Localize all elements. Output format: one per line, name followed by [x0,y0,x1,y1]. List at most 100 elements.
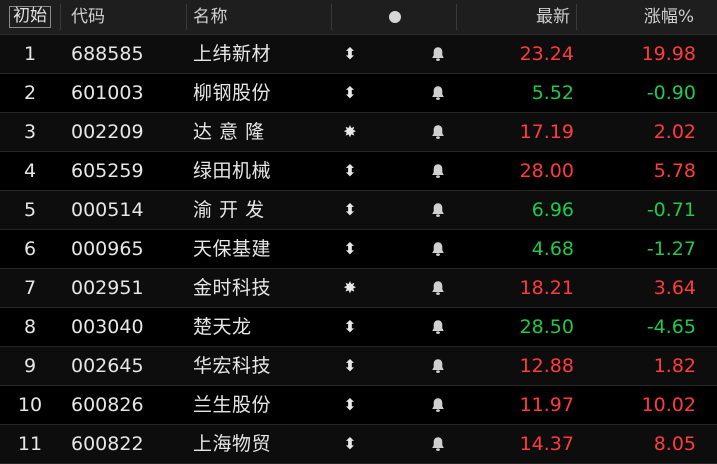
stock-name: 上纬新材 [193,42,272,65]
table-header: 初始 代码 名称 最新 涨幅% [0,0,717,35]
signal-glyph: ⬍ [343,434,357,453]
row-index: 1 [23,42,37,65]
stock-code: 002645 [71,354,144,377]
signal-glyph: ✸ [343,278,357,297]
stock-name: 达 意 隆 [193,120,265,143]
updown-arrow-icon[interactable]: ⬍ [332,347,368,385]
updown-arrow-icon[interactable]: ⬍ [332,35,368,73]
latest-price: 28.00 [519,159,574,182]
row-index: 10 [17,393,43,416]
column-header-dot[interactable] [386,0,404,34]
updown-arrow-icon[interactable]: ⬍ [332,425,368,463]
latest-price: 28.50 [519,315,574,338]
stock-code: 688585 [71,42,144,65]
bell-icon[interactable] [420,152,456,190]
bell-icon[interactable] [420,308,456,346]
bell-icon[interactable] [420,347,456,385]
stock-code: 002209 [71,120,144,143]
dot-icon [389,11,401,23]
row-index: 2 [23,81,37,104]
table-row[interactable]: 7 002951 金时科技 ✸ 18.21 3.64 [0,269,717,308]
bell-icon-shape [432,437,444,451]
bell-icon[interactable] [420,269,456,307]
stock-name: 楚天龙 [193,315,252,338]
stock-code: 000965 [71,237,144,260]
bell-icon-shape [432,242,444,256]
change-percent: 10.02 [641,393,696,416]
bell-icon-shape [432,47,444,61]
bell-icon[interactable] [420,230,456,268]
stock-code: 601003 [71,81,144,104]
sparkle-icon[interactable]: ✸ [332,269,368,307]
bell-icon[interactable] [420,113,456,151]
stock-name: 柳钢股份 [193,81,272,104]
bell-icon[interactable] [420,425,456,463]
updown-arrow-icon[interactable]: ⬍ [332,308,368,346]
updown-arrow-icon[interactable]: ⬍ [332,191,368,229]
column-header-price[interactable]: 最新 [458,0,570,34]
row-index: 5 [23,198,37,221]
stock-code: 003040 [71,315,144,338]
stock-code: 002951 [71,276,144,299]
column-divider[interactable] [60,4,61,30]
row-index: 4 [23,159,37,182]
stock-name: 上海物贸 [193,432,272,455]
table-row[interactable]: 9 002645 华宏科技 ⬍ 12.88 1.82 [0,347,717,386]
column-divider[interactable] [456,4,457,30]
updown-arrow-icon[interactable]: ⬍ [332,230,368,268]
bell-icon-shape [432,281,444,295]
signal-glyph: ⬍ [343,44,357,63]
stock-name: 绿田机械 [193,159,272,182]
signal-glyph: ⬍ [343,317,357,336]
latest-price: 12.88 [519,354,574,377]
column-header-initial[interactable]: 初始 [4,0,56,34]
table-row[interactable]: 6 000965 天保基建 ⬍ 4.68 -1.27 [0,230,717,269]
table-row[interactable]: 1 688585 上纬新材 ⬍ 23.24 19.98 [0,35,717,74]
table-row[interactable]: 8 003040 楚天龙 ⬍ 28.50 -4.65 [0,308,717,347]
bell-icon[interactable] [420,74,456,112]
table-row[interactable]: 3 002209 达 意 隆 ✸ 17.19 2.02 [0,113,717,152]
change-percent: 2.02 [653,120,696,143]
column-header-name[interactable]: 名称 [193,0,329,34]
latest-price: 23.24 [519,42,574,65]
change-percent: 5.78 [653,159,696,182]
signal-glyph: ✸ [343,122,357,141]
updown-arrow-icon[interactable]: ⬍ [332,386,368,424]
table-row[interactable]: 10 600826 兰生股份 ⬍ 11.97 10.02 [0,386,717,425]
column-divider[interactable] [186,4,187,30]
column-header-change[interactable]: 涨幅% [578,0,694,34]
bell-icon[interactable] [420,191,456,229]
latest-price: 17.19 [519,120,574,143]
table-row[interactable]: 5 000514 渝 开 发 ⬍ 6.96 -0.71 [0,191,717,230]
row-index: 3 [23,120,37,143]
table-row[interactable]: 2 601003 柳钢股份 ⬍ 5.52 -0.90 [0,74,717,113]
bell-icon-shape [432,398,444,412]
bell-icon[interactable] [420,386,456,424]
sparkle-icon[interactable]: ✸ [332,113,368,151]
change-percent: -0.71 [646,198,696,221]
change-percent: -1.27 [646,237,696,260]
bell-icon[interactable] [420,35,456,73]
column-divider[interactable] [331,4,332,30]
change-percent: 8.05 [653,432,696,455]
initial-tag: 初始 [9,6,51,28]
signal-glyph: ⬍ [343,161,357,180]
stock-name: 渝 开 发 [193,198,265,221]
stock-code: 600822 [71,432,144,455]
latest-price: 11.97 [519,393,574,416]
latest-price: 6.96 [531,198,574,221]
stock-name: 天保基建 [193,237,272,260]
table-row[interactable]: 11 600822 上海物贸 ⬍ 14.37 8.05 [0,425,717,464]
updown-arrow-icon[interactable]: ⬍ [332,74,368,112]
row-index: 11 [17,432,43,455]
bell-icon-shape [432,125,444,139]
column-header-code[interactable]: 代码 [71,0,181,34]
bell-icon-shape [432,164,444,178]
bell-icon-shape [432,320,444,334]
updown-arrow-icon[interactable]: ⬍ [332,152,368,190]
column-divider[interactable] [576,4,577,30]
table-row[interactable]: 4 605259 绿田机械 ⬍ 28.00 5.78 [0,152,717,191]
row-index: 8 [23,315,37,338]
row-index: 7 [23,276,37,299]
change-percent: -4.65 [646,315,696,338]
